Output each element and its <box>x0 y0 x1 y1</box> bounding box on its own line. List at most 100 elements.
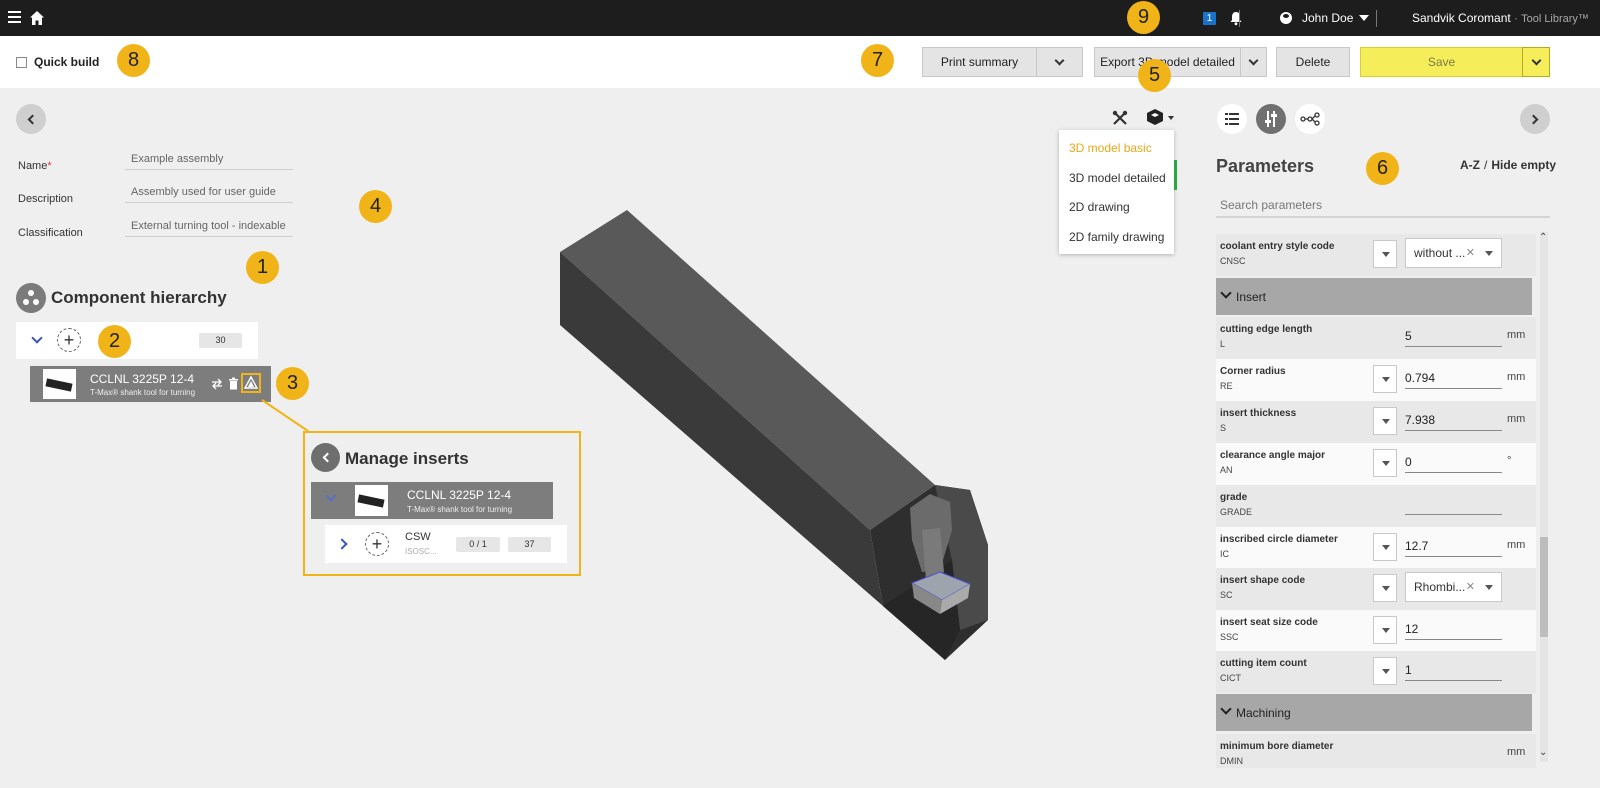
chevron-down-icon[interactable] <box>31 332 43 344</box>
tab-list[interactable] <box>1217 104 1247 134</box>
chevron-down-icon <box>1220 287 1232 299</box>
param-name: inscribed circle diameter <box>1220 534 1338 545</box>
param-unit: mm <box>1507 539 1526 551</box>
tool-description: T-Max® shank tool for turning <box>407 505 513 514</box>
menu-item-2d-drawing[interactable]: 2D drawing <box>1069 200 1130 214</box>
back-button[interactable] <box>16 104 46 134</box>
description-field[interactable]: Assembly used for user guide <box>125 183 293 203</box>
param-value-input[interactable]: 7.938 <box>1405 411 1502 431</box>
notification-count-badge[interactable]: 1 <box>1203 12 1216 25</box>
model-export-menu: 3D model basic 3D model detailed 2D draw… <box>1059 130 1177 254</box>
print-summary-dropdown[interactable] <box>1036 47 1083 77</box>
delete-button[interactable]: Delete <box>1276 47 1350 77</box>
param-unit: ° <box>1507 455 1512 467</box>
param-unit: mm <box>1507 329 1526 341</box>
swap-icon[interactable] <box>211 378 223 390</box>
param-code: S <box>1220 423 1227 433</box>
forward-button[interactable] <box>1520 104 1550 134</box>
param-value-input[interactable]: 12.7 <box>1405 537 1502 557</box>
trash-icon[interactable] <box>228 377 239 390</box>
classification-field[interactable]: External turning tool - indexable <box>125 217 293 237</box>
param-value-input[interactable]: 1 <box>1405 661 1502 681</box>
callout-9: 9 <box>1127 1 1160 34</box>
sort-options: A-Z / Hide empty <box>1460 158 1557 172</box>
add-insert-button[interactable]: + <box>365 532 389 556</box>
insert-code: ISOSC... <box>405 547 437 556</box>
component-hierarchy-title: Component hierarchy <box>51 288 227 307</box>
param-value-input[interactable]: 0.794 <box>1405 369 1502 389</box>
insert-tool-row[interactable]: CCLNL 3225P 12-4 T-Max® shank tool for t… <box>311 482 553 519</box>
tool-thumbnail <box>355 485 388 516</box>
manage-inserts-button[interactable] <box>241 373 261 393</box>
user-menu[interactable]: John Doe <box>1280 9 1370 27</box>
param-operator-dropdown[interactable] <box>1373 407 1397 435</box>
param-value-input[interactable]: 0 <box>1405 453 1502 473</box>
callout-2: 2 <box>98 325 131 358</box>
cube-icon[interactable] <box>1145 108 1165 126</box>
param-value-input[interactable]: 12 <box>1405 620 1502 640</box>
search-parameters-input[interactable]: Search parameters <box>1216 196 1550 218</box>
insert-row[interactable]: + CSW ISOSC... 0 / 1 37 <box>325 525 567 563</box>
param-value-input[interactable]: 5 <box>1405 327 1502 347</box>
clear-icon[interactable]: ✕ <box>1466 239 1475 267</box>
tools-icon[interactable] <box>1112 110 1128 126</box>
caret-down-icon[interactable] <box>1168 116 1174 120</box>
param-operator-dropdown[interactable] <box>1373 657 1397 685</box>
brand: Sandvik Coromant · Tool Library™ <box>1412 11 1589 25</box>
sort-az-button[interactable]: A-Z <box>1460 158 1480 172</box>
3d-model-viewport[interactable] <box>540 200 1010 680</box>
scroll-up-arrow[interactable]: ⌃ <box>1539 232 1547 243</box>
manage-inserts-back-button[interactable] <box>311 443 340 472</box>
save-dropdown[interactable] <box>1522 47 1550 77</box>
callout-6: 6 <box>1366 152 1399 185</box>
menu-item-3d-detailed[interactable]: 3D model detailed <box>1069 171 1166 185</box>
chevron-left-icon <box>27 114 38 124</box>
add-component-button[interactable]: + <box>57 328 81 352</box>
insert-ratio-badge: 0 / 1 <box>456 537 500 552</box>
param-name: minimum bore diameter <box>1220 741 1334 752</box>
hierarchy-root-row[interactable]: + 30 <box>16 322 258 359</box>
tool-thumbnail <box>43 369 76 399</box>
bell-icon[interactable] <box>1228 10 1244 26</box>
save-button[interactable]: Save <box>1360 47 1523 77</box>
print-summary-button[interactable]: Print summary <box>922 47 1037 77</box>
home-icon[interactable] <box>29 10 45 26</box>
param-operator-dropdown[interactable] <box>1373 240 1397 268</box>
param-value-select[interactable]: Rhombi... ✕ <box>1405 572 1502 602</box>
brand-separator: · <box>1514 13 1518 25</box>
hierarchy-icon <box>16 283 46 313</box>
chevron-down-icon <box>1248 55 1259 65</box>
chevron-right-icon[interactable] <box>336 538 348 550</box>
param-operator-dropdown[interactable] <box>1373 616 1397 644</box>
param-operator-dropdown[interactable] <box>1373 365 1397 393</box>
callout-8: 8 <box>117 44 150 77</box>
export-dropdown[interactable] <box>1240 47 1267 77</box>
brand-product: Tool Library™ <box>1521 13 1589 25</box>
tab-connections[interactable] <box>1295 104 1325 134</box>
param-operator-dropdown[interactable] <box>1373 574 1397 602</box>
quick-build-label: Quick build <box>34 55 100 69</box>
tool-row[interactable]: CCLNL 3225P 12-4 T-Max® shank tool for t… <box>30 366 271 402</box>
action-bar: Quick build 8 7 Print summary Export 3D … <box>0 36 1600 88</box>
parameters-scrollbar[interactable] <box>1538 232 1550 762</box>
hide-empty-button[interactable]: Hide empty <box>1491 158 1556 172</box>
menu-item-3d-basic[interactable]: 3D model basic <box>1069 141 1152 155</box>
param-operator-dropdown[interactable] <box>1373 533 1397 561</box>
tab-parameters[interactable] <box>1256 104 1286 134</box>
param-value-input[interactable] <box>1405 495 1502 515</box>
section-insert[interactable]: Insert <box>1216 278 1532 315</box>
name-field[interactable]: Example assembly <box>125 150 293 170</box>
quick-build-checkbox[interactable] <box>16 56 27 68</box>
quick-build-toggle[interactable]: Quick build <box>16 55 99 69</box>
param-value-select[interactable]: without ... ✕ <box>1405 238 1502 268</box>
param-operator-dropdown[interactable] <box>1373 449 1397 477</box>
menu-item-2d-family[interactable]: 2D family drawing <box>1069 230 1164 244</box>
param-row-ic: inscribed circle diameter IC 12.7 mm <box>1216 527 1536 569</box>
section-machining[interactable]: Machining <box>1216 694 1532 731</box>
hamburger-menu-icon[interactable] <box>8 11 21 23</box>
scroll-down-arrow[interactable]: ⌄ <box>1539 747 1547 758</box>
list-icon <box>1225 113 1239 125</box>
param-row-s: insert thickness S 7.938 mm <box>1216 401 1536 443</box>
clear-icon[interactable]: ✕ <box>1466 573 1475 601</box>
chevron-down-icon[interactable] <box>325 490 337 502</box>
